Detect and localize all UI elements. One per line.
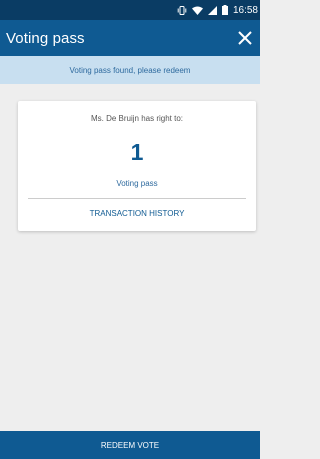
- battery-icon: [221, 5, 228, 15]
- status-banner: Voting pass found, please redeem: [0, 56, 260, 84]
- vibrate-icon: [177, 5, 187, 15]
- app-bar: Voting pass: [0, 20, 260, 56]
- close-button[interactable]: [234, 27, 256, 49]
- holder-rights-label: Ms. De Bruijn has right to:: [90, 114, 184, 123]
- pass-count: 1: [130, 139, 144, 165]
- transaction-history-button[interactable]: TRANSACTION HISTORY: [18, 204, 256, 222]
- divider: [28, 198, 246, 199]
- redeem-vote-button[interactable]: REDEEM VOTE: [0, 431, 260, 459]
- redeem-vote-label: REDEEM VOTE: [100, 440, 160, 450]
- voting-pass-card: Ms. De Bruijn has right to: 1 Voting pas…: [18, 101, 256, 231]
- pass-type-label: Voting pass: [116, 179, 158, 188]
- status-time: 16:58: [232, 4, 258, 16]
- signal-icon: [207, 5, 217, 15]
- banner-text: Voting pass found, please redeem: [69, 65, 191, 75]
- close-icon: [238, 31, 252, 45]
- wifi-icon: [191, 6, 203, 15]
- page-title: Voting pass: [6, 29, 85, 47]
- transaction-history-label: TRANSACTION HISTORY: [89, 208, 185, 218]
- status-bar: 16:58: [0, 0, 260, 20]
